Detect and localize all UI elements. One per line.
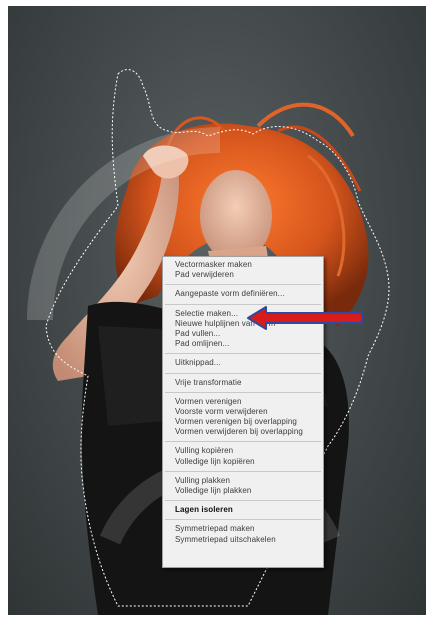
menu-separator xyxy=(165,441,321,443)
menu-group-symmetrie: Symmetriepad maken Symmetriepad uitschak… xyxy=(163,524,323,544)
menu-item-verenigen-overlapping[interactable]: Vormen verenigen bij overlapping xyxy=(163,417,323,427)
menu-separator xyxy=(165,353,321,355)
menu-item-aangepaste-vorm[interactable]: Aangepaste vorm definiëren... xyxy=(163,289,323,299)
menu-group-uitknippad: Uitknippad... xyxy=(163,358,323,368)
menu-separator xyxy=(165,391,321,393)
menu-item-lijn-kopieren[interactable]: Volledige lijn kopiëren xyxy=(163,457,323,467)
menu-separator xyxy=(165,372,321,374)
menu-item-vormen-verenigen[interactable]: Vormen verenigen xyxy=(163,397,323,407)
menu-group-selectie: Selectie maken... Nieuwe hulplijnen van … xyxy=(163,309,323,350)
menu-item-nieuwe-hulplijnen[interactable]: Nieuwe hulplijnen van vorm xyxy=(163,319,323,329)
menu-separator xyxy=(165,519,321,521)
menu-item-lijn-plakken[interactable]: Volledige lijn plakken xyxy=(163,486,323,496)
menu-group-transformatie: Vrije transformatie xyxy=(163,378,323,388)
context-menu: Vectormasker maken Pad verwijderen Aange… xyxy=(162,256,324,568)
menu-separator xyxy=(165,500,321,502)
menu-separator xyxy=(165,303,321,305)
menu-separator xyxy=(165,284,321,286)
menu-item-lagen-isoleren[interactable]: Lagen isoleren xyxy=(163,505,323,515)
menu-separator xyxy=(165,470,321,472)
menu-group-vorm: Aangepaste vorm definiëren... xyxy=(163,289,323,299)
menu-item-uitknippad[interactable]: Uitknippad... xyxy=(163,358,323,368)
menu-group-kopieren: Vulling kopiëren Volledige lijn kopiëren xyxy=(163,446,323,466)
menu-item-pad-vullen[interactable]: Pad vullen... xyxy=(163,329,323,339)
menu-item-vectormasker[interactable]: Vectormasker maken xyxy=(163,260,323,270)
menu-item-vulling-plakken[interactable]: Vulling plakken xyxy=(163,476,323,486)
menu-item-vrije-transformatie[interactable]: Vrije transformatie xyxy=(163,378,323,388)
menu-group-mask: Vectormasker maken Pad verwijderen xyxy=(163,260,323,280)
menu-item-vulling-kopieren[interactable]: Vulling kopiëren xyxy=(163,446,323,456)
menu-item-pad-verwijderen[interactable]: Pad verwijderen xyxy=(163,270,323,280)
menu-item-symmetriepad-maken[interactable]: Symmetriepad maken xyxy=(163,524,323,534)
menu-group-vormen: Vormen verenigen Voorste vorm verwijdere… xyxy=(163,397,323,438)
menu-item-symmetriepad-uitschakelen[interactable]: Symmetriepad uitschakelen xyxy=(163,535,323,545)
menu-item-verwijderen-overlapping[interactable]: Vormen verwijderen bij overlapping xyxy=(163,427,323,437)
menu-item-voorste-vorm[interactable]: Voorste vorm verwijderen xyxy=(163,407,323,417)
menu-item-selectie-maken[interactable]: Selectie maken... xyxy=(163,309,323,319)
menu-item-pad-omlijnen[interactable]: Pad omlijnen... xyxy=(163,339,323,349)
menu-group-plakken: Vulling plakken Volledige lijn plakken xyxy=(163,476,323,496)
menu-group-lagen: Lagen isoleren xyxy=(163,505,323,515)
